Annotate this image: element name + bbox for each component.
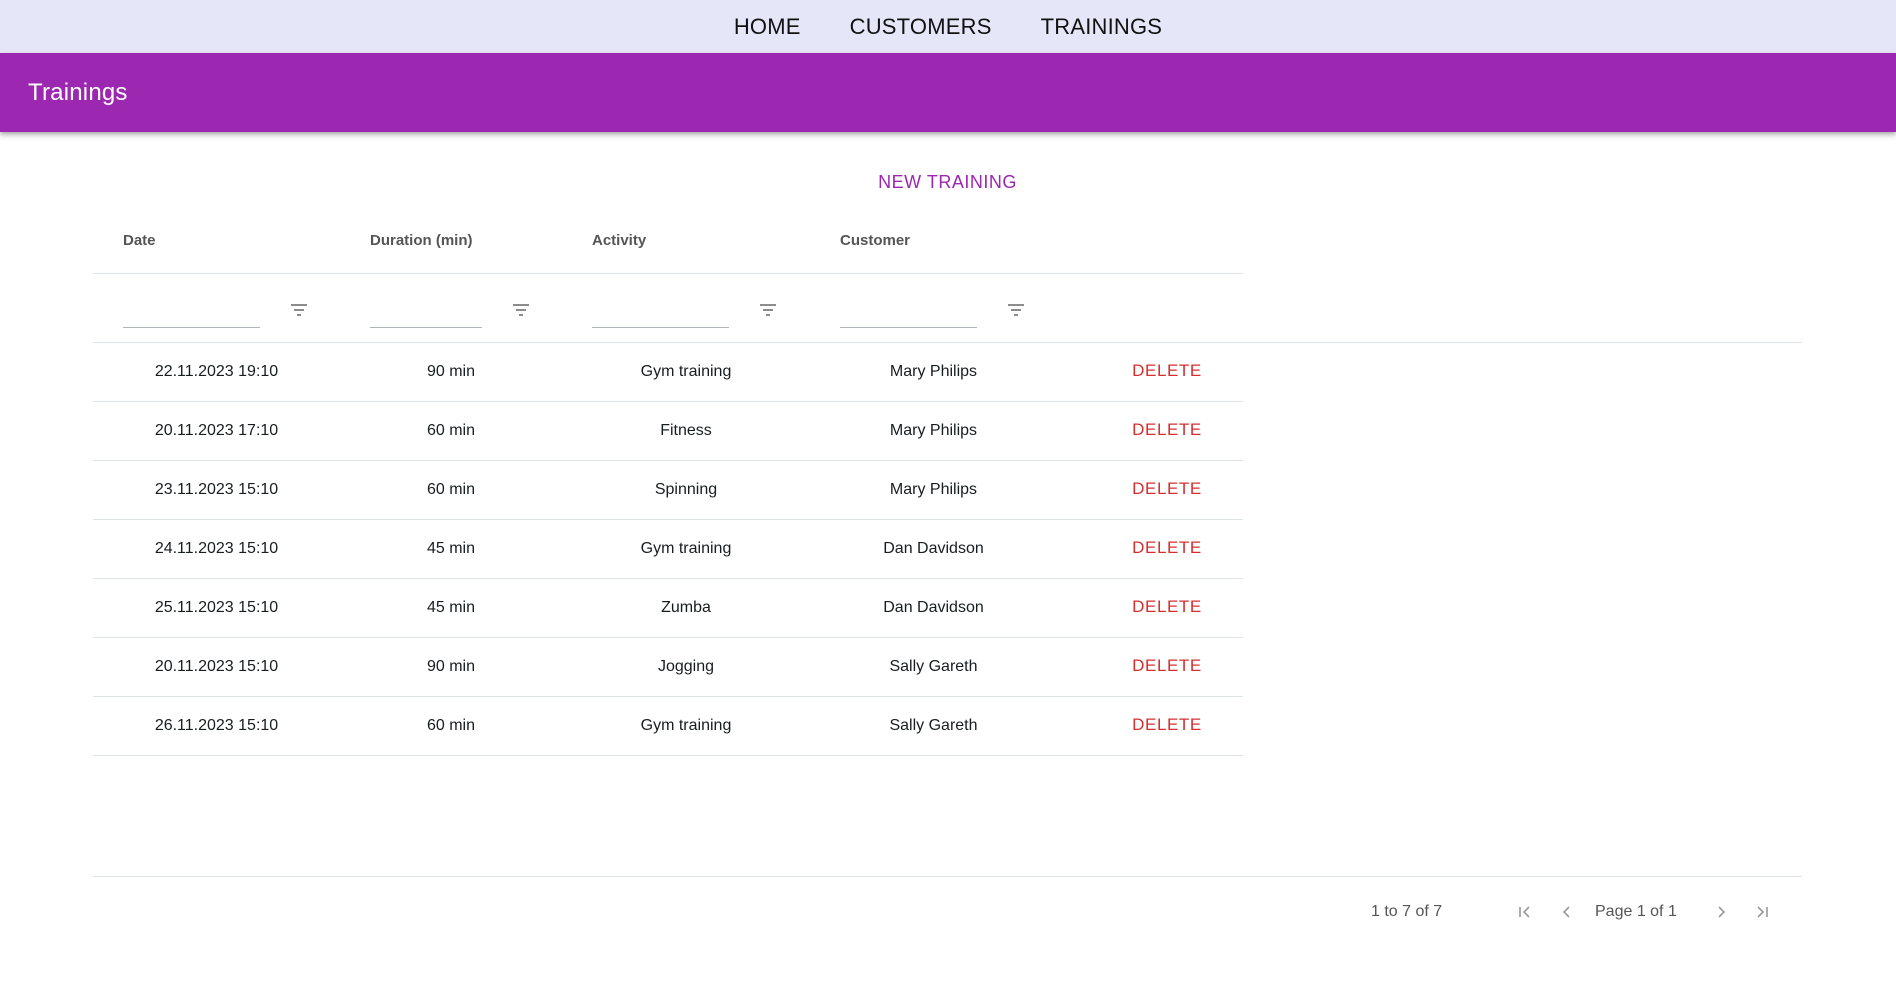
date-cell: 20.11.2023 17:10 bbox=[154, 422, 279, 439]
column-header-duration[interactable]: Duration (min) bbox=[370, 232, 473, 249]
delete-cell: DELETE bbox=[1057, 343, 1277, 401]
filter-icon[interactable] bbox=[1007, 302, 1025, 318]
activity-cell: Fitness bbox=[660, 422, 712, 439]
column-header-date[interactable]: Date bbox=[123, 232, 156, 249]
filter-row bbox=[93, 274, 1802, 343]
top-navigation: HOME CUSTOMERS TRAININGS bbox=[0, 0, 1896, 53]
table-row: 20.11.2023 17:10 60 min Fitness Mary Phi… bbox=[93, 402, 1243, 461]
page-indicator: Page 1 of 1 bbox=[1595, 903, 1677, 920]
new-training-button[interactable]: NEW TRAINING bbox=[860, 166, 1035, 198]
delete-cell: DELETE bbox=[1057, 461, 1277, 519]
activity-cell: Gym training bbox=[640, 363, 732, 380]
customer-cell: Dan Davidson bbox=[883, 599, 984, 616]
duration-cell: 60 min bbox=[426, 481, 476, 498]
duration-filter-input[interactable] bbox=[370, 296, 482, 328]
date-cell: 24.11.2023 15:10 bbox=[154, 540, 279, 557]
date-cell: 22.11.2023 19:10 bbox=[154, 363, 279, 380]
column-header-customer[interactable]: Customer bbox=[840, 232, 910, 249]
pagination-bar: 1 to 7 of 7 Page 1 of 1 bbox=[93, 876, 1802, 936]
header-row: Date Duration (min) Activity Customer bbox=[93, 210, 1243, 274]
trainings-grid: Date Duration (min) Activity Customer 22… bbox=[93, 210, 1802, 756]
delete-button[interactable]: DELETE bbox=[1132, 479, 1202, 499]
customer-cell: Sally Gareth bbox=[889, 658, 978, 675]
first-page-icon[interactable] bbox=[1513, 900, 1537, 924]
delete-cell: DELETE bbox=[1057, 402, 1277, 460]
filter-icon[interactable] bbox=[759, 302, 777, 318]
delete-button[interactable]: DELETE bbox=[1132, 420, 1202, 440]
next-page-icon[interactable] bbox=[1709, 900, 1733, 924]
date-cell: 26.11.2023 15:10 bbox=[154, 717, 279, 734]
table-row: 26.11.2023 15:10 60 min Gym training Sal… bbox=[93, 697, 1243, 756]
duration-cell: 60 min bbox=[426, 422, 476, 439]
duration-cell: 90 min bbox=[426, 658, 476, 675]
table-body: 22.11.2023 19:10 90 min Gym training Mar… bbox=[93, 343, 1243, 756]
delete-cell: DELETE bbox=[1057, 638, 1277, 696]
delete-button[interactable]: DELETE bbox=[1132, 656, 1202, 676]
activity-cell: Spinning bbox=[654, 481, 718, 498]
app-bar: Trainings bbox=[0, 53, 1896, 132]
nav-home-link[interactable]: HOME bbox=[734, 14, 801, 40]
date-cell: 23.11.2023 15:10 bbox=[154, 481, 279, 498]
row-summary: 1 to 7 of 7 bbox=[1371, 903, 1443, 920]
delete-cell: DELETE bbox=[1057, 697, 1277, 755]
duration-cell: 45 min bbox=[426, 599, 476, 616]
customer-cell: Sally Gareth bbox=[889, 717, 978, 734]
activity-cell: Jogging bbox=[657, 658, 715, 675]
table-row: 20.11.2023 15:10 90 min Jogging Sally Ga… bbox=[93, 638, 1243, 697]
table-row: 22.11.2023 19:10 90 min Gym training Mar… bbox=[93, 343, 1243, 402]
date-cell: 20.11.2023 15:10 bbox=[154, 658, 279, 675]
date-filter-input[interactable] bbox=[123, 296, 260, 328]
delete-button[interactable]: DELETE bbox=[1132, 361, 1202, 381]
delete-button[interactable]: DELETE bbox=[1132, 597, 1202, 617]
table-row: 25.11.2023 15:10 45 min Zumba Dan Davids… bbox=[93, 579, 1243, 638]
delete-cell: DELETE bbox=[1057, 520, 1277, 578]
nav-trainings-link[interactable]: TRAININGS bbox=[1041, 14, 1163, 40]
delete-button[interactable]: DELETE bbox=[1132, 538, 1202, 558]
customer-cell: Mary Philips bbox=[889, 481, 978, 498]
nav-customers-link[interactable]: CUSTOMERS bbox=[850, 14, 992, 40]
customer-cell: Dan Davidson bbox=[883, 540, 984, 557]
duration-cell: 45 min bbox=[426, 540, 476, 557]
previous-page-icon[interactable] bbox=[1555, 900, 1579, 924]
customer-filter-input[interactable] bbox=[840, 296, 977, 328]
activity-cell: Gym training bbox=[640, 540, 732, 557]
last-page-icon[interactable] bbox=[1750, 900, 1774, 924]
activity-cell: Gym training bbox=[640, 717, 732, 734]
customer-cell: Mary Philips bbox=[889, 422, 978, 439]
delete-cell: DELETE bbox=[1057, 579, 1277, 637]
date-cell: 25.11.2023 15:10 bbox=[154, 599, 279, 616]
duration-cell: 60 min bbox=[426, 717, 476, 734]
customer-cell: Mary Philips bbox=[889, 363, 978, 380]
activity-cell: Zumba bbox=[661, 599, 711, 616]
table-row: 23.11.2023 15:10 60 min Spinning Mary Ph… bbox=[93, 461, 1243, 520]
filter-icon[interactable] bbox=[512, 302, 530, 318]
duration-cell: 90 min bbox=[426, 363, 476, 380]
table-row: 24.11.2023 15:10 45 min Gym training Dan… bbox=[93, 520, 1243, 579]
delete-button[interactable]: DELETE bbox=[1132, 715, 1202, 735]
activity-filter-input[interactable] bbox=[592, 296, 729, 328]
column-header-activity[interactable]: Activity bbox=[592, 232, 646, 249]
page-title: Trainings bbox=[28, 78, 128, 106]
filter-icon[interactable] bbox=[290, 302, 308, 318]
